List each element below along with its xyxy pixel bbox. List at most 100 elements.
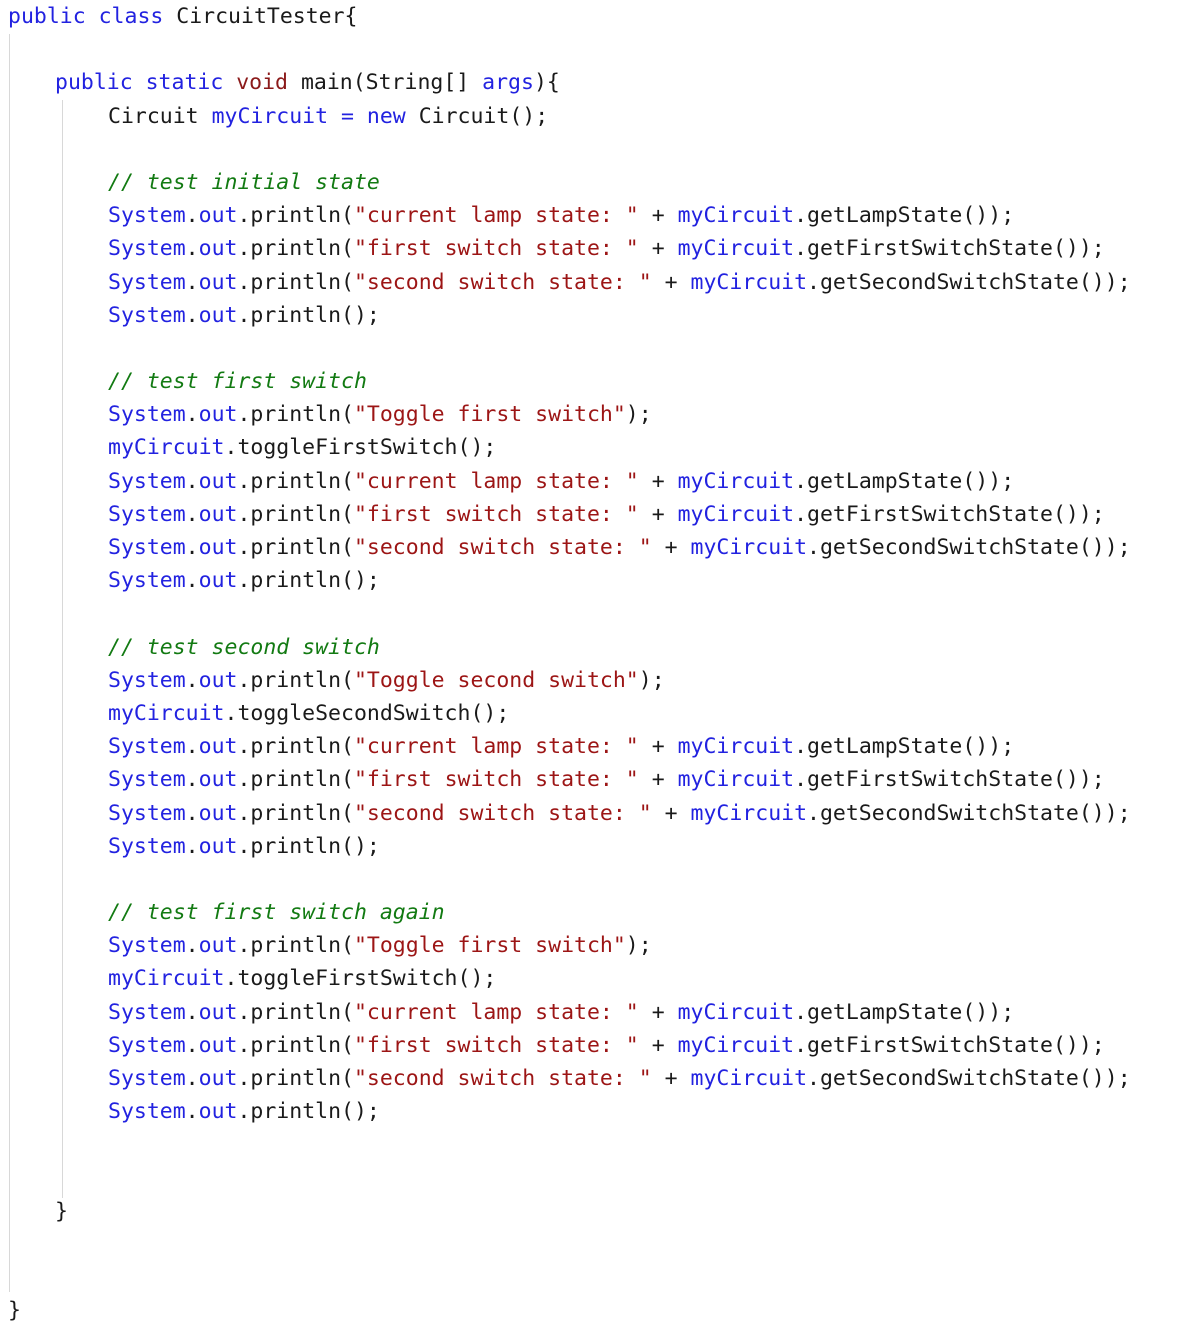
code-line[interactable] bbox=[0, 1228, 1200, 1261]
code-token-cmt: // test second switch bbox=[108, 634, 380, 660]
code-line[interactable]: System.out.println("first switch state: … bbox=[0, 498, 1200, 531]
code-token-ident: . bbox=[185, 236, 199, 262]
code-token-str: "current lamp state: " bbox=[353, 999, 639, 1025]
code-token-var: out bbox=[198, 1032, 238, 1058]
code-line[interactable]: System.out.println("current lamp state: … bbox=[0, 199, 1200, 232]
code-token-ident: .getFirstSwitchState()); bbox=[794, 501, 1105, 527]
code-line[interactable]: System.out.println("first switch state: … bbox=[0, 763, 1200, 796]
code-token-var: System bbox=[108, 734, 186, 760]
code-line[interactable]: myCircuit.toggleFirstSwitch(); bbox=[0, 962, 1200, 995]
code-token-var: System bbox=[108, 999, 186, 1025]
code-line[interactable]: System.out.println("current lamp state: … bbox=[0, 996, 1200, 1029]
code-token-var: myCircuit bbox=[690, 800, 808, 826]
code-line[interactable] bbox=[0, 33, 1200, 66]
code-line[interactable]: // test first switch bbox=[0, 365, 1200, 398]
code-line[interactable]: System.out.println(); bbox=[0, 564, 1200, 597]
code-token-ident: CircuitTester{ bbox=[176, 4, 358, 29]
code-token-var: out bbox=[198, 767, 238, 793]
code-token-ident: .getSecondSwitchState()); bbox=[807, 269, 1131, 295]
code-token-ident: .println( bbox=[237, 1032, 354, 1058]
code-line[interactable]: System.out.println("second switch state:… bbox=[0, 797, 1200, 830]
code-token-ident: main(String[] bbox=[288, 70, 483, 96]
code-token-ident: .println(); bbox=[237, 1099, 380, 1125]
code-line[interactable]: System.out.println(); bbox=[0, 299, 1200, 332]
code-token-str: "Toggle first switch" bbox=[353, 402, 626, 428]
code-line[interactable]: Circuit myCircuit = new Circuit(); bbox=[0, 100, 1200, 133]
code-line[interactable]: System.out.println("first switch state: … bbox=[0, 1029, 1200, 1062]
code-token-var: out bbox=[198, 501, 238, 527]
code-token-ident: .println(); bbox=[237, 833, 380, 859]
code-token-ident: + bbox=[638, 999, 678, 1025]
code-line[interactable] bbox=[0, 133, 1200, 166]
code-token-ident: + bbox=[638, 468, 678, 494]
code-token-ident bbox=[354, 104, 367, 129]
code-token-var: out bbox=[198, 667, 238, 693]
code-token-str: "first switch state: " bbox=[353, 1032, 639, 1058]
code-token-ident: + bbox=[638, 734, 678, 760]
code-token-str: "current lamp state: " bbox=[353, 468, 639, 494]
code-token-ident: .getSecondSwitchState()); bbox=[807, 535, 1131, 560]
code-line[interactable] bbox=[0, 1162, 1200, 1195]
code-token-ident: . bbox=[185, 999, 199, 1025]
code-line[interactable]: public static void main(String[] args){ bbox=[0, 66, 1200, 99]
code-token-str: "first switch state: " bbox=[353, 767, 639, 793]
code-token-ident: .println( bbox=[237, 667, 354, 693]
code-line[interactable]: // test initial state bbox=[0, 166, 1200, 199]
code-token-var: System bbox=[108, 269, 186, 295]
code-token-ident: . bbox=[185, 833, 199, 859]
code-token-var: System bbox=[108, 501, 186, 527]
code-token-var: myCircuit bbox=[677, 767, 795, 793]
code-line[interactable]: System.out.println("second switch state:… bbox=[0, 266, 1200, 299]
code-line[interactable]: System.out.println(); bbox=[0, 1095, 1200, 1128]
code-token-ident: . bbox=[185, 800, 199, 826]
code-line[interactable]: myCircuit.toggleSecondSwitch(); bbox=[0, 697, 1200, 730]
code-token-str: "second switch state: " bbox=[353, 535, 652, 560]
code-token-cmt: // test first switch again bbox=[108, 900, 445, 926]
code-line[interactable] bbox=[0, 332, 1200, 365]
code-token-var: out bbox=[198, 568, 238, 594]
code-token-var: myCircuit bbox=[677, 468, 795, 494]
code-token-cmt: // test initial state bbox=[108, 169, 380, 195]
code-token-ident: + bbox=[651, 269, 691, 295]
code-line[interactable]: public class CircuitTester{ bbox=[0, 0, 1200, 33]
code-token-var: myCircuit bbox=[677, 501, 795, 527]
code-token-ident: + bbox=[651, 800, 691, 826]
code-token-var: myCircuit bbox=[677, 999, 795, 1025]
code-line[interactable]: myCircuit.toggleFirstSwitch(); bbox=[0, 431, 1200, 464]
code-token-ident bbox=[328, 104, 341, 129]
code-line[interactable] bbox=[0, 1128, 1200, 1161]
code-line[interactable]: System.out.println("current lamp state: … bbox=[0, 465, 1200, 498]
code-token-ident: + bbox=[651, 535, 691, 560]
code-line[interactable]: System.out.println("current lamp state: … bbox=[0, 730, 1200, 763]
code-token-var: out bbox=[198, 302, 238, 328]
code-line[interactable]: // test first switch again bbox=[0, 896, 1200, 929]
code-token-var: out bbox=[198, 468, 238, 494]
code-line[interactable]: System.out.println("second switch state:… bbox=[0, 1062, 1200, 1095]
code-token-ident: .getLampState()); bbox=[794, 999, 1015, 1025]
code-line[interactable]: } bbox=[0, 1195, 1200, 1228]
code-line[interactable]: System.out.println("Toggle first switch"… bbox=[0, 398, 1200, 431]
code-token-var: myCircuit bbox=[677, 236, 795, 262]
code-token-var: System bbox=[108, 1099, 186, 1125]
code-token-ident: .getSecondSwitchState()); bbox=[807, 800, 1131, 826]
code-line[interactable]: // test second switch bbox=[0, 631, 1200, 664]
code-token-ident: + bbox=[638, 1032, 678, 1058]
code-token-cmt: // test first switch bbox=[108, 369, 367, 395]
code-line[interactable] bbox=[0, 863, 1200, 896]
code-token-ident: . bbox=[185, 203, 199, 229]
code-block[interactable]: public class CircuitTester{ public stati… bbox=[0, 0, 1200, 1328]
code-token-str: "first switch state: " bbox=[353, 501, 639, 527]
code-token-var: System bbox=[108, 933, 186, 959]
code-line[interactable]: System.out.println("first switch state: … bbox=[0, 232, 1200, 265]
code-line[interactable]: } bbox=[0, 1294, 1200, 1327]
code-line[interactable] bbox=[0, 1261, 1200, 1294]
code-line[interactable]: System.out.println("second switch state:… bbox=[0, 531, 1200, 564]
code-line[interactable]: System.out.println("Toggle first switch"… bbox=[0, 929, 1200, 962]
code-line[interactable]: System.out.println("Toggle second switch… bbox=[0, 664, 1200, 697]
code-token-ident: . bbox=[185, 1066, 199, 1091]
code-line[interactable] bbox=[0, 597, 1200, 630]
code-token-kw: = bbox=[341, 103, 354, 129]
code-token-str: "current lamp state: " bbox=[353, 734, 639, 760]
code-line[interactable]: System.out.println(); bbox=[0, 830, 1200, 863]
code-token-ident: ); bbox=[625, 933, 652, 959]
